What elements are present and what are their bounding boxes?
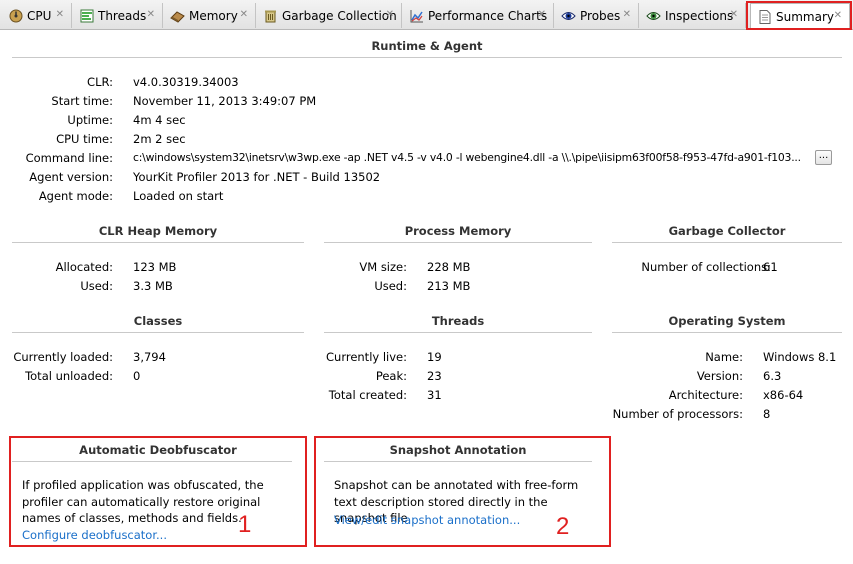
trash-icon xyxy=(263,8,278,23)
close-icon[interactable]: ✕ xyxy=(386,9,394,20)
collections-label: Number of collections: xyxy=(641,260,771,274)
eye-icon xyxy=(646,8,661,23)
cpu-icon xyxy=(8,8,23,23)
tab-label: Inspections xyxy=(665,8,734,23)
heap-used-value: 3.3 MB xyxy=(133,279,173,293)
tab-bar: CPU ✕ Threads ✕ Memory ✕ Garbage Collect… xyxy=(0,0,853,30)
divider xyxy=(12,461,292,462)
edit-annotation-link[interactable]: View/edit snapshot annotation... xyxy=(334,513,520,527)
callout-number-2: 2 xyxy=(556,513,570,540)
currently-live-label: Currently live: xyxy=(326,350,407,364)
start-time-value: November 11, 2013 3:49:07 PM xyxy=(133,94,317,108)
collections-value: 61 xyxy=(763,260,778,274)
allocated-value: 123 MB xyxy=(133,260,177,274)
os-title: Operating System xyxy=(668,314,786,328)
command-line-more-button[interactable]: ... xyxy=(815,150,832,165)
os-name-value: Windows 8.1 xyxy=(763,350,837,364)
total-created-label: Total created: xyxy=(328,388,407,402)
vm-size-value: 228 MB xyxy=(427,260,471,274)
process-used-value: 213 MB xyxy=(427,279,471,293)
start-time-label: Start time: xyxy=(51,94,113,108)
chart-icon xyxy=(409,8,424,23)
tab-garbage-collection[interactable]: Garbage Collection ✕ xyxy=(257,3,402,28)
summary-panel: Runtime & Agent CLR: v4.0.30319.34003 St… xyxy=(0,31,853,564)
tab-performance-charts[interactable]: Performance Charts ✕ xyxy=(403,3,554,28)
process-used-label: Used: xyxy=(374,279,407,293)
tab-label: Memory xyxy=(189,8,238,23)
close-icon[interactable]: ✕ xyxy=(147,9,155,20)
divider xyxy=(612,242,842,243)
agent-mode-label: Agent mode: xyxy=(38,189,113,203)
tab-label: CPU xyxy=(27,8,52,23)
tab-threads[interactable]: Threads ✕ xyxy=(73,3,163,28)
divider xyxy=(324,242,592,243)
classes-title: Classes xyxy=(133,314,183,328)
architecture-label: Architecture: xyxy=(668,388,743,402)
annotation-title: Snapshot Annotation xyxy=(389,443,527,457)
tab-probes[interactable]: Probes ✕ xyxy=(555,3,639,28)
command-line-label: Command line: xyxy=(25,151,113,165)
cpu-time-label: CPU time: xyxy=(56,132,113,146)
divider xyxy=(324,461,592,462)
tab-label: Performance Charts xyxy=(428,8,548,23)
runtime-title: Runtime & Agent xyxy=(371,39,483,53)
gc-title: Garbage Collector xyxy=(668,224,786,238)
architecture-value: x86-64 xyxy=(763,388,804,402)
deobfuscator-description: If profiled application was obfuscated, … xyxy=(22,478,264,525)
tab-cpu[interactable]: CPU ✕ xyxy=(2,3,72,28)
agent-mode-value: Loaded on start xyxy=(133,189,224,203)
process-memory-title: Process Memory xyxy=(404,224,512,238)
close-icon[interactable]: ✕ xyxy=(56,9,64,20)
agent-version-value: YourKit Profiler 2013 for .NET - Build 1… xyxy=(133,170,381,184)
uptime-label: Uptime: xyxy=(67,113,113,127)
total-created-value: 31 xyxy=(427,388,442,402)
currently-loaded-value: 3,794 xyxy=(133,350,166,364)
divider xyxy=(12,57,842,58)
total-unloaded-label: Total unloaded: xyxy=(25,369,113,383)
clr-value: v4.0.30319.34003 xyxy=(133,75,239,89)
threads-title: Threads xyxy=(431,314,485,328)
os-name-label: Name: xyxy=(705,350,743,364)
clr-heap-title: CLR Heap Memory xyxy=(98,224,218,238)
threads-icon xyxy=(79,8,94,23)
processors-value: 8 xyxy=(763,407,771,421)
configure-deobfuscator-link[interactable]: Configure deobfuscator... xyxy=(22,528,167,542)
divider xyxy=(612,332,842,333)
close-icon[interactable]: ✕ xyxy=(240,9,248,20)
tab-label: Threads xyxy=(98,8,147,23)
tab-label: Probes xyxy=(580,8,621,23)
currently-live-value: 19 xyxy=(427,350,442,364)
callout-number-1: 1 xyxy=(238,511,252,538)
heap-used-label: Used: xyxy=(80,279,113,293)
tab-label: Garbage Collection xyxy=(282,8,397,23)
currently-loaded-label: Currently loaded: xyxy=(13,350,113,364)
allocated-label: Allocated: xyxy=(55,260,113,274)
os-version-label: Version: xyxy=(696,369,743,383)
close-icon[interactable]: ✕ xyxy=(730,9,738,20)
vm-size-label: VM size: xyxy=(359,260,407,274)
tab-memory[interactable]: Memory ✕ xyxy=(164,3,256,28)
peak-value: 23 xyxy=(427,369,442,383)
peak-label: Peak: xyxy=(375,369,407,383)
close-icon[interactable]: ✕ xyxy=(538,9,546,20)
total-unloaded-value: 0 xyxy=(133,369,141,383)
divider xyxy=(12,332,304,333)
divider xyxy=(12,242,304,243)
highlight-summary-tab xyxy=(746,1,852,30)
deobfuscator-title: Automatic Deobfuscator xyxy=(79,443,237,457)
processors-label: Number of processors: xyxy=(612,407,743,421)
cpu-time-value: 2m 2 sec xyxy=(133,132,186,146)
tab-inspections[interactable]: Inspections ✕ xyxy=(640,3,746,28)
uptime-value: 4m 4 sec xyxy=(133,113,186,127)
memory-icon xyxy=(170,8,185,23)
os-version-value: 6.3 xyxy=(763,369,782,383)
command-line-value: c:\windows\system32\inetsrv\w3wp.exe -ap… xyxy=(133,151,801,164)
close-icon[interactable]: ✕ xyxy=(623,9,631,20)
agent-version-label: Agent version: xyxy=(29,170,113,184)
divider xyxy=(324,332,592,333)
clr-label: CLR: xyxy=(87,75,113,89)
eye-icon xyxy=(561,8,576,23)
